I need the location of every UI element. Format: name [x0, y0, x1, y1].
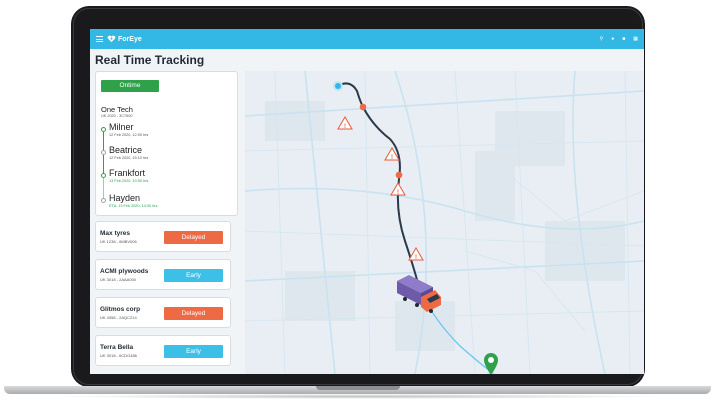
- page-title: Real Time Tracking: [95, 53, 205, 67]
- laptop-base-notch: [316, 386, 400, 390]
- company-name: One Tech: [101, 105, 133, 114]
- grid-icon[interactable]: ▦: [633, 36, 638, 42]
- checkpoint-icon[interactable]: [395, 171, 403, 179]
- stop-dot: [101, 173, 106, 178]
- foreye-logo-icon: [107, 35, 116, 43]
- app-logo[interactable]: ForEye: [107, 35, 142, 43]
- delayed-status-button[interactable]: Delayed: [164, 231, 223, 244]
- logo-text: ForEye: [118, 35, 142, 43]
- shipment-tracking-card[interactable]: Ontime One Tech UK 2020 - 3C7600 Milner …: [95, 71, 238, 216]
- map-canvas[interactable]: ! ! ! !: [245, 71, 644, 374]
- svg-text:!: !: [391, 155, 393, 161]
- early-status-button[interactable]: Early: [164, 345, 223, 358]
- vehicle-id: UK 2020 - 3C7600: [101, 114, 133, 118]
- search-icon[interactable]: ⚲: [600, 36, 604, 42]
- laptop-mockup: ForEye ⚲ ● ■ ▦ Real Time Tracking Ontime…: [0, 0, 715, 403]
- early-status-button[interactable]: Early: [164, 269, 223, 282]
- checkpoint-icon[interactable]: [359, 103, 367, 111]
- stop-eta: ETA: 13 Feb 2020, 14:00 hrs: [109, 204, 158, 208]
- stop-dot: [101, 150, 106, 155]
- order-card[interactable]: Glitmos corp UK 4358 - 2AQC214 Delayed: [95, 297, 231, 328]
- bell-icon[interactable]: ●: [611, 36, 614, 42]
- order-name: Max tyres: [100, 230, 130, 237]
- order-name: ACMI plywoods: [100, 268, 149, 275]
- hamburger-menu-icon[interactable]: [96, 36, 103, 42]
- mail-icon[interactable]: ■: [622, 36, 625, 42]
- order-id: UK 1238 - 6MBV006: [100, 239, 137, 244]
- tracking-map[interactable]: ! ! ! !: [245, 71, 644, 374]
- stop-name: Hayden: [109, 193, 141, 203]
- app-screen: ForEye ⚲ ● ■ ▦ Real Time Tracking Ontime…: [90, 29, 644, 374]
- destination-pin-center: [488, 357, 494, 363]
- order-id: UK 3018 - 2AAA000: [100, 277, 137, 282]
- stop-dot: [101, 127, 106, 132]
- svg-text:!: !: [397, 190, 399, 196]
- stop-name: Frankfort: [109, 168, 146, 178]
- top-bar: ForEye ⚲ ● ■ ▦: [90, 29, 644, 49]
- order-id: UK 3018 - 6CDG486: [100, 353, 137, 358]
- order-card[interactable]: Max tyres UK 1238 - 6MBV006 Delayed: [95, 221, 231, 252]
- stop-name: Beatrice: [109, 145, 143, 155]
- svg-text:!: !: [415, 255, 417, 261]
- stop-name: Milner: [109, 122, 134, 132]
- laptop-shadow: [50, 394, 665, 399]
- order-name: Terra Bella: [100, 344, 134, 351]
- ontime-status-badge: Ontime: [101, 80, 159, 92]
- delayed-status-button[interactable]: Delayed: [164, 307, 223, 320]
- stop-dot: [101, 198, 106, 203]
- order-card[interactable]: ACMI plywoods UK 3018 - 2AAA000 Early: [95, 259, 231, 290]
- start-point-icon[interactable]: [335, 83, 341, 89]
- stop-time: 13 Feb 2020, 19:50 hrs: [109, 179, 149, 183]
- svg-text:!: !: [344, 124, 346, 130]
- order-name: Glitmos corp: [100, 306, 141, 313]
- order-card[interactable]: Terra Bella UK 3018 - 6CDG486 Early: [95, 335, 231, 366]
- stop-time: 12 Feb 2020, 12:00 hrs: [109, 133, 149, 137]
- order-id: UK 4358 - 2AQC214: [100, 315, 137, 320]
- stop-time: 12 Feb 2020, 15:10 hrs: [109, 156, 149, 160]
